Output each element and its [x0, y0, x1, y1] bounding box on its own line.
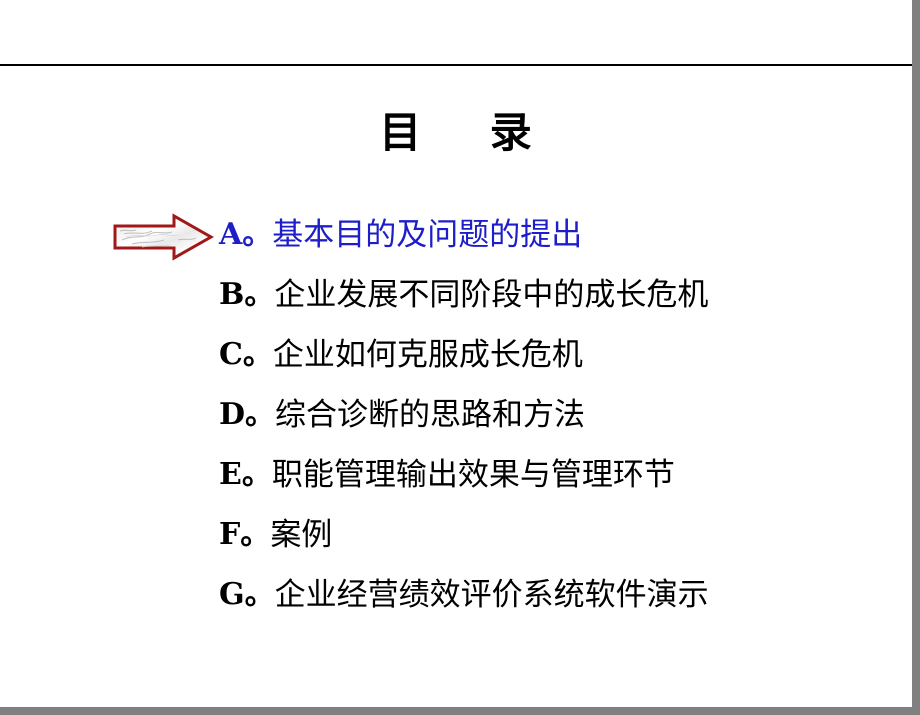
toc-item-c-text: C。 企业如何克服成长危机: [219, 325, 583, 385]
toc-item-e-text: E。 职能管理输出效果与管理环节: [219, 445, 675, 505]
toc-item-e[interactable]: E。 职能管理输出效果与管理环节: [0, 445, 913, 505]
toc-item-d-text: D。 综合诊断的思路和方法: [219, 385, 585, 445]
right-arrow-icon: [112, 213, 214, 261]
toc-item-b-label: 企业发展不同阶段中的成长危机: [274, 277, 709, 313]
toc-item-g-letter: G。: [219, 577, 275, 612]
toc-item-b[interactable]: B。 企业发展不同阶段中的成长危机: [0, 265, 913, 325]
toc-item-f-label: 案例: [270, 517, 333, 553]
toc-item-c[interactable]: C。 企业如何克服成长危机: [0, 325, 913, 385]
toc-item-f[interactable]: F。 案例: [0, 505, 913, 565]
page-title: 目 录: [379, 108, 534, 157]
toc-item-g-label: 企业经营绩效评价系统软件演示: [274, 577, 709, 613]
toc-item-g[interactable]: G。 企业经营绩效评价系统软件演示: [0, 565, 913, 625]
toc-item-e-letter: E。: [219, 457, 272, 492]
window-edge-right: [912, 0, 920, 715]
toc-item-f-letter: F。: [219, 517, 271, 552]
toc-item-a-letter: A。: [219, 217, 273, 252]
toc-item-e-label: 职能管理输出效果与管理环节: [271, 457, 675, 493]
toc-item-d[interactable]: D。 综合诊断的思路和方法: [0, 385, 913, 445]
slide-canvas: 目 录 A。 基本目的及问题的提出 B。 企业发展不同阶段中的成长危机 C。 企…: [0, 0, 920, 715]
toc-item-c-letter: C。: [219, 337, 273, 372]
toc-item-c-label: 企业如何克服成长危机: [272, 337, 583, 373]
toc-item-a-label: 基本目的及问题的提出: [272, 217, 583, 253]
toc-item-d-label: 综合诊断的思路和方法: [275, 397, 586, 433]
toc-item-b-letter: B。: [219, 277, 275, 312]
window-edge-bottom: [0, 707, 920, 715]
toc-item-a-text: A。 基本目的及问题的提出: [219, 205, 582, 265]
header-divider-rule: [0, 64, 913, 66]
toc-item-g-text: G。 企业经营绩效评价系统软件演示: [219, 565, 709, 625]
toc-item-f-text: F。 案例: [219, 505, 332, 565]
table-of-contents-list: A。 基本目的及问题的提出 B。 企业发展不同阶段中的成长危机 C。 企业如何克服成长…: [0, 205, 913, 635]
toc-item-a[interactable]: A。 基本目的及问题的提出: [0, 205, 913, 265]
toc-item-d-letter: D。: [219, 397, 276, 432]
toc-item-b-text: B。 企业发展不同阶段中的成长危机: [219, 265, 708, 325]
